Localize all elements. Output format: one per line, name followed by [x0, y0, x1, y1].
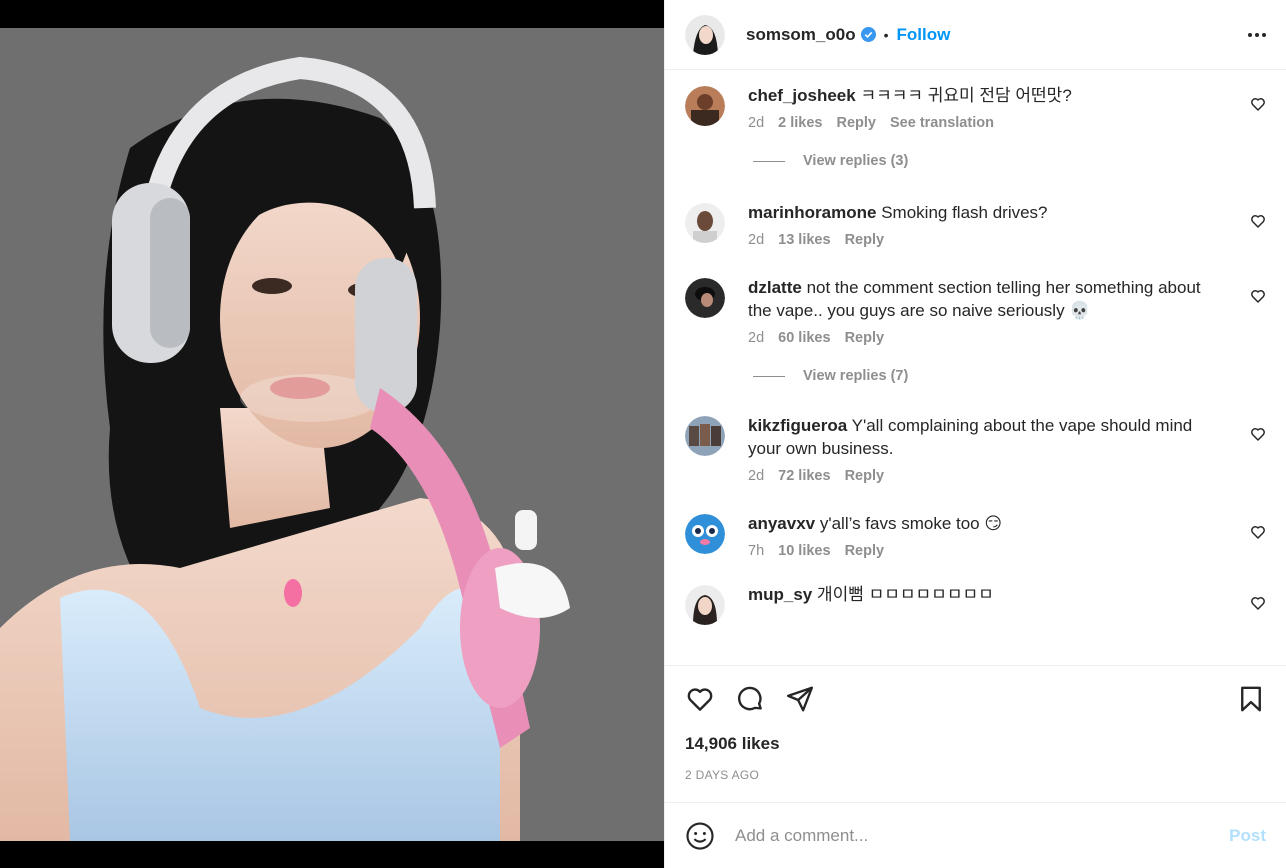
add-comment-bar: Post — [665, 802, 1286, 868]
comment-text: ㅋㅋㅋㅋ 귀요미 전담 어떤맛? — [860, 86, 1072, 105]
reply-button[interactable]: Reply — [836, 115, 876, 131]
reply-button[interactable]: Reply — [845, 232, 885, 248]
comment-heart-icon[interactable] — [1250, 595, 1266, 611]
author-avatar[interactable] — [685, 14, 725, 55]
follow-button[interactable]: Follow — [897, 25, 951, 45]
author-username[interactable]: somsom_o0o — [746, 25, 856, 45]
comments-list[interactable]: chef_josheek ㅋㅋㅋㅋ 귀요미 전담 어떤맛? 2d 2 likes… — [665, 70, 1286, 665]
verified-icon — [860, 27, 876, 42]
commenter-avatar[interactable] — [685, 416, 725, 456]
replies-line — [753, 375, 785, 377]
comment-input[interactable] — [735, 825, 1230, 846]
more-icon[interactable] — [1248, 27, 1266, 43]
comment-item: chef_josheek ㅋㅋㅋㅋ 귀요미 전담 어떤맛? 2d 2 likes… — [685, 84, 1266, 131]
comment-heart-icon[interactable] — [1250, 524, 1266, 540]
comment-username[interactable]: kikzfigueroa — [748, 416, 847, 435]
commenter-avatar[interactable] — [685, 278, 725, 318]
post-button[interactable]: Post — [1229, 826, 1266, 846]
commenter-avatar[interactable] — [685, 203, 725, 243]
emoji-icon[interactable] — [685, 821, 715, 851]
comment-likes[interactable]: 60 likes — [778, 330, 830, 346]
comment-item: marinhoramone Smoking flash drives? 2d 1… — [685, 201, 1266, 248]
comment-username[interactable]: dzlatte — [748, 278, 802, 297]
view-replies-label: View replies (3) — [803, 153, 909, 169]
comment-text: not the comment section telling her some… — [748, 278, 1201, 320]
commenter-avatar[interactable] — [685, 585, 725, 625]
reply-button[interactable]: Reply — [845, 330, 885, 346]
post-timestamp[interactable]: 2 DAYS AGO — [685, 768, 1266, 802]
bookmark-icon[interactable] — [1236, 684, 1266, 714]
comment-likes[interactable]: 10 likes — [778, 543, 830, 559]
post-panel: somsom_o0o • Follow chef_josheek ㅋㅋㅋㅋ 귀요… — [664, 0, 1286, 868]
post-media[interactable] — [0, 0, 664, 868]
comment-likes[interactable]: 72 likes — [778, 468, 830, 484]
post-header: somsom_o0o • Follow — [665, 0, 1286, 70]
commenter-avatar[interactable] — [685, 86, 725, 126]
comment-username[interactable]: marinhoramone — [748, 203, 876, 222]
view-replies-label: View replies (7) — [803, 368, 909, 384]
comment-heart-icon[interactable] — [1250, 288, 1266, 304]
comment-age[interactable]: 2d — [748, 468, 764, 484]
comment-heart-icon[interactable] — [1250, 96, 1266, 112]
comment-heart-icon[interactable] — [1250, 213, 1266, 229]
share-icon[interactable] — [785, 684, 815, 714]
view-replies-button[interactable]: View replies (3) — [753, 153, 1266, 169]
comment-age[interactable]: 7h — [748, 543, 764, 559]
comment-likes[interactable]: 13 likes — [778, 232, 830, 248]
replies-line — [753, 160, 785, 162]
comment-username[interactable]: mup_sy — [748, 585, 812, 604]
comment-username[interactable]: anyavxv — [748, 514, 815, 533]
reply-button[interactable]: Reply — [845, 468, 885, 484]
comment-item: dzlatte not the comment section telling … — [685, 276, 1266, 346]
comment-age[interactable]: 2d — [748, 115, 764, 131]
post-photo — [0, 28, 664, 841]
post-actions: 14,906 likes 2 DAYS AGO — [665, 665, 1286, 802]
comment-item: anyavxv y'all’s favs smoke too 😏 7h 10 l… — [685, 512, 1266, 559]
commenter-avatar[interactable] — [685, 514, 725, 554]
comment-item: kikzfigueroa Y'all complaining about the… — [685, 414, 1266, 484]
comment-username[interactable]: chef_josheek — [748, 86, 856, 105]
comment-item: mup_sy 개이뻠 ㅁㅁㅁㅁㅁㅁㅁㅁ — [685, 583, 1266, 625]
comment-text: 개이뻠 ㅁㅁㅁㅁㅁㅁㅁㅁ — [816, 585, 994, 604]
comment-text: y'all’s favs smoke too 😏 — [819, 514, 1003, 533]
comment-age[interactable]: 2d — [748, 330, 764, 346]
view-replies-button[interactable]: View replies (7) — [753, 368, 1266, 384]
comment-text: Smoking flash drives? — [881, 203, 1048, 222]
comment-age[interactable]: 2d — [748, 232, 764, 248]
likes-count[interactable]: 14,906 likes — [685, 734, 1266, 754]
comment-likes[interactable]: 2 likes — [778, 115, 822, 131]
heart-icon[interactable] — [685, 684, 715, 714]
comment-icon[interactable] — [735, 684, 765, 714]
see-translation-button[interactable]: See translation — [890, 115, 994, 131]
header-separator: • — [883, 26, 889, 43]
reply-button[interactable]: Reply — [845, 543, 885, 559]
comment-heart-icon[interactable] — [1250, 426, 1266, 442]
